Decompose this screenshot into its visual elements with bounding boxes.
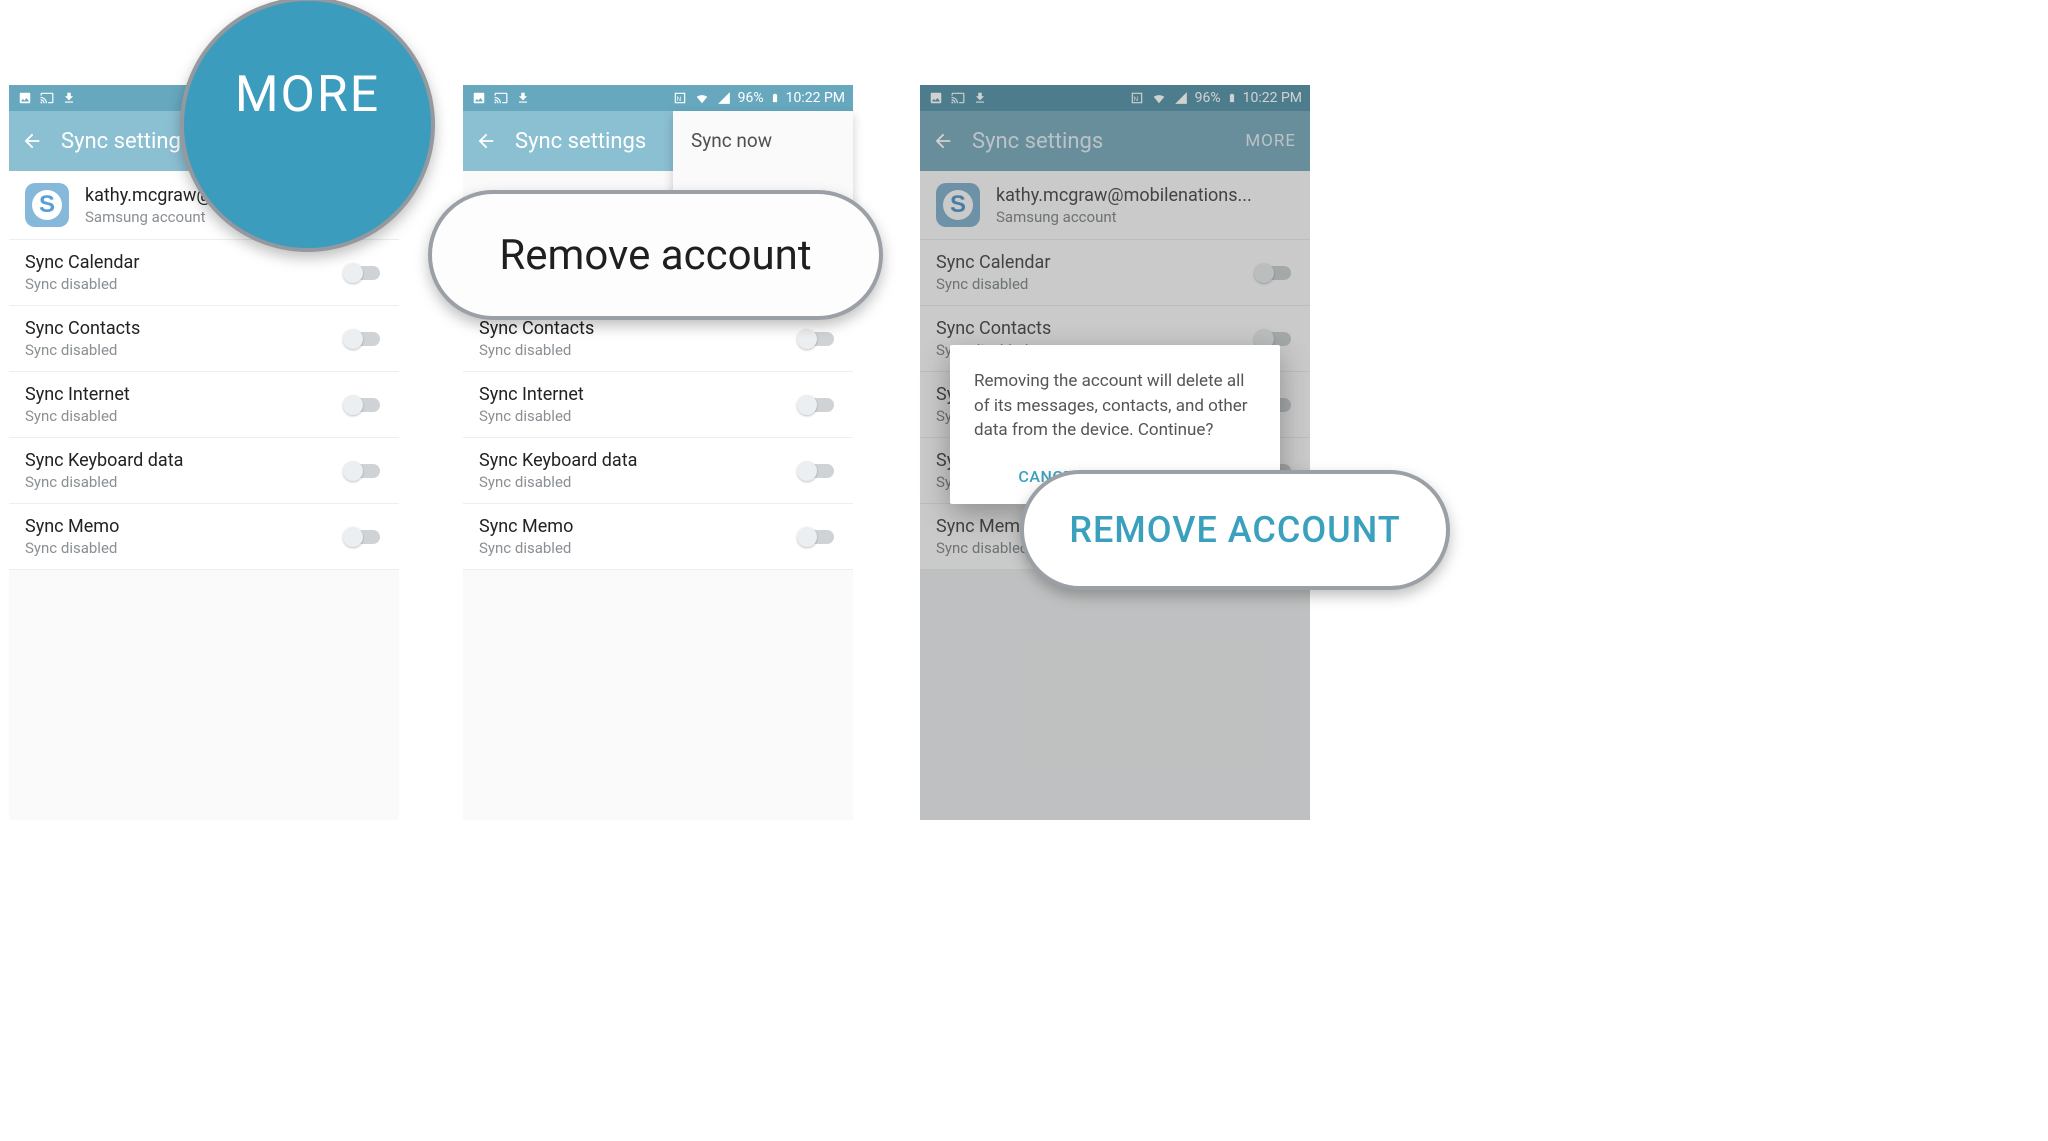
sync-item-internet[interactable]: Sync Internet Sync disabled — [463, 372, 853, 438]
sync-sub: Sync disabled — [479, 473, 637, 491]
cast-icon — [950, 91, 966, 105]
toggle-switch[interactable] — [797, 526, 837, 548]
zoom-callout-confirm: REMOVE ACCOUNT — [1020, 470, 1450, 590]
sync-label: Sync Contacts — [479, 318, 594, 339]
zoom-text: Remove account — [499, 231, 811, 280]
samsung-account-icon: S — [25, 183, 69, 227]
battery-icon — [1227, 91, 1237, 105]
download-icon — [515, 91, 531, 105]
nfc-icon: N — [1129, 91, 1145, 105]
sync-label: Sync Contacts — [936, 318, 1051, 339]
status-bar: N 96% 10:22 PM — [463, 85, 853, 111]
cast-icon — [493, 91, 509, 105]
battery-percent: 96% — [1195, 90, 1221, 106]
sync-sub: Sync disabled — [25, 473, 183, 491]
battery-percent: 96% — [738, 90, 764, 106]
sync-item-calendar[interactable]: Sync Calendar Sync disabled — [920, 240, 1310, 306]
account-provider: Samsung account — [85, 208, 213, 226]
back-button[interactable] — [473, 128, 499, 154]
appbar-title: Sync settings — [972, 129, 1103, 154]
app-bar: Sync settings MORE — [920, 111, 1310, 171]
cast-icon — [39, 91, 55, 105]
screenshot-step-3: N 96% 10:22 PM Sync settings MORE S kath… — [920, 85, 1310, 820]
sync-label: Sync Keyboard data — [479, 450, 637, 471]
sync-sub: Sync disabled — [25, 539, 119, 557]
sync-sub: Sync disabled — [479, 407, 584, 425]
appbar-title: Sync settings — [61, 129, 192, 154]
svg-text:N: N — [676, 96, 681, 103]
download-icon — [972, 91, 988, 105]
sync-item-keyboard[interactable]: Sync Keyboard data Sync disabled — [9, 438, 399, 504]
sync-item-keyboard[interactable]: Sync Keyboard data Sync disabled — [463, 438, 853, 504]
account-row[interactable]: S kathy.mcgraw@mobilenations... Samsung … — [920, 171, 1310, 240]
svg-text:N: N — [1133, 96, 1138, 103]
zoom-text: REMOVE ACCOUNT — [1069, 509, 1400, 551]
toggle-switch[interactable] — [343, 328, 383, 350]
sync-label: Sync Keyboard data — [25, 450, 183, 471]
signal-icon — [1173, 91, 1189, 105]
account-email: kathy.mcgraw@ — [85, 185, 213, 206]
sync-item-memo[interactable]: Sync Memo Sync disabled — [463, 504, 853, 570]
samsung-account-icon: S — [936, 183, 980, 227]
account-provider: Samsung account — [996, 208, 1252, 226]
toggle-switch[interactable] — [343, 262, 383, 284]
sync-label: Sync Calendar — [936, 252, 1050, 273]
clock-text: 10:22 PM — [1243, 90, 1302, 106]
status-bar: N 96% 10:22 PM — [920, 85, 1310, 111]
zoom-text: MORE — [235, 66, 380, 124]
account-email: kathy.mcgraw@mobilenations... — [996, 185, 1252, 206]
toggle-switch[interactable] — [343, 526, 383, 548]
appbar-title: Sync settings — [515, 129, 646, 154]
sync-label: Sync Internet — [479, 384, 584, 405]
wifi-icon — [694, 91, 710, 105]
sync-sub: Sync disabled — [936, 275, 1050, 293]
sync-sub: Sync disabled — [479, 341, 594, 359]
signal-icon — [716, 91, 732, 105]
sync-label: Sync Memo — [25, 516, 119, 537]
toggle-switch[interactable] — [797, 460, 837, 482]
toggle-switch[interactable] — [797, 328, 837, 350]
toggle-switch[interactable] — [343, 460, 383, 482]
toggle-switch[interactable] — [797, 394, 837, 416]
zoom-callout-more: MORE — [180, 0, 435, 252]
sync-label: Sync Contacts — [25, 318, 140, 339]
sync-item-contacts[interactable]: Sync Contacts Sync disabled — [9, 306, 399, 372]
sync-label: Sync Calendar — [25, 252, 139, 273]
back-button[interactable] — [19, 128, 45, 154]
sync-sub: Sync disabled — [479, 539, 573, 557]
zoom-callout-remove-account: Remove account — [428, 190, 883, 320]
battery-icon — [770, 91, 780, 105]
sync-item-calendar[interactable]: Sync Calendar Sync disabled — [9, 240, 399, 306]
download-icon — [61, 91, 77, 105]
back-button[interactable] — [930, 128, 956, 154]
sync-sub: Sync disabled — [25, 275, 139, 293]
sync-item-memo[interactable]: Sync Memo Sync disabled — [9, 504, 399, 570]
sync-sub: Sync disabled — [25, 407, 130, 425]
wifi-icon — [1151, 91, 1167, 105]
sync-label: Sync Memo — [479, 516, 573, 537]
toggle-switch[interactable] — [1254, 262, 1294, 284]
clock-text: 10:22 PM — [786, 90, 845, 106]
menu-item-sync-now[interactable]: Sync now — [673, 111, 853, 170]
sync-label: Sync Internet — [25, 384, 130, 405]
sync-sub: Sync disabled — [936, 539, 1030, 557]
dialog-body: Removing the account will delete all of … — [974, 369, 1256, 443]
more-button[interactable]: MORE — [1245, 131, 1296, 151]
sync-sub: Sync disabled — [25, 341, 140, 359]
nfc-icon: N — [672, 91, 688, 105]
image-icon — [928, 91, 944, 105]
image-icon — [17, 91, 33, 105]
sync-item-internet[interactable]: Sync Internet Sync disabled — [9, 372, 399, 438]
sync-label: Sync Memo — [936, 516, 1030, 537]
image-icon — [471, 91, 487, 105]
toggle-switch[interactable] — [343, 394, 383, 416]
